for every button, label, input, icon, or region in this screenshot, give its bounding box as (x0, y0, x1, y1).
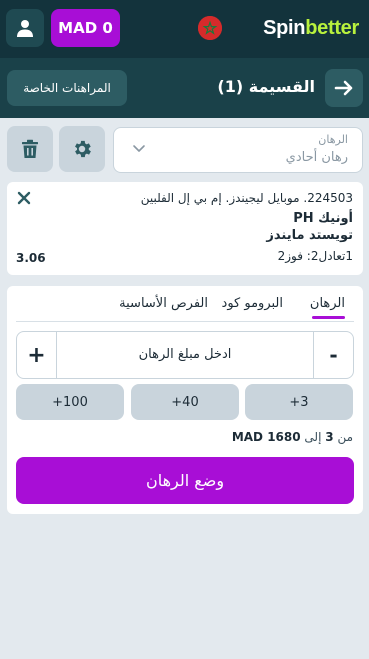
tab-bet[interactable]: الرهان (310, 296, 345, 311)
trash-icon (22, 139, 38, 158)
range-max: MAD 1680 (231, 430, 301, 444)
range-mid: إلى (304, 430, 322, 444)
gear-icon (75, 140, 91, 158)
active-tab-indicator (312, 316, 345, 319)
bet-outcome: 1تعادل2: فوز2 (277, 249, 353, 263)
team-2: تويستد مايندز (266, 228, 353, 243)
place-bet-button[interactable]: وضع الرهان (16, 457, 354, 504)
chevron-down-icon (133, 145, 145, 152)
bet-type-value: رهان أحادي (285, 150, 348, 165)
quick-amount-3[interactable]: +3 (245, 384, 353, 420)
settings-button[interactable] (59, 126, 105, 172)
range-prefix: من (337, 430, 353, 444)
range-min: 3 (325, 430, 334, 444)
stake-range: من 3 إلى MAD 1680 (232, 430, 353, 444)
quick-amount-40[interactable]: +40 (131, 384, 239, 420)
bet-slip-title: القسيمة (1) (217, 77, 315, 96)
logo-better: better (305, 17, 359, 39)
bet-card: 224503. موبايل ليجيندز. إم بي إل الفلبين… (7, 182, 363, 275)
back-button[interactable] (325, 69, 363, 107)
stake-input[interactable]: ادخل مبلغ الرهان (57, 347, 313, 362)
balance-button[interactable]: MAD 0 (51, 9, 120, 47)
close-icon[interactable] (17, 191, 31, 205)
tab-promo-code[interactable]: البرومو كود (222, 296, 283, 311)
tab-main-chances[interactable]: الفرص الأساسية (119, 296, 208, 311)
bet-slip-header: القسيمة (1) المراهنات الخاصة (0, 58, 369, 118)
bet-type-select[interactable]: الرهان رهان أحادي (113, 127, 363, 173)
team-1: أونيك PH (293, 211, 353, 226)
stake-panel: الرهان البرومو كود الفرص الأساسية + ادخل… (7, 286, 363, 514)
morocco-flag-icon[interactable] (198, 16, 222, 40)
user-button[interactable] (6, 9, 44, 47)
quick-amount-100[interactable]: +100 (16, 384, 124, 420)
event-name: 224503. موبايل ليجيندز. إم بي إل الفلبين (140, 191, 353, 205)
arrow-right-icon (334, 80, 353, 96)
stake-stepper: + ادخل مبلغ الرهان - (16, 331, 354, 379)
clear-slip-button[interactable] (7, 126, 53, 172)
private-bets-button[interactable]: المراهنات الخاصة (7, 70, 127, 106)
brand-logo[interactable]: Spinbetter (263, 17, 359, 40)
decrease-stake-button[interactable]: - (313, 332, 353, 378)
stake-tabs: الرهان البرومو كود الفرص الأساسية (16, 286, 354, 322)
bet-type-label: الرهان (318, 133, 348, 146)
bet-odds: 3.06 (16, 251, 46, 265)
increase-stake-button[interactable]: + (17, 332, 57, 378)
logo-spin: Spin (263, 17, 306, 39)
user-icon (17, 20, 33, 37)
top-bar: Spinbetter MAD 0 (0, 0, 369, 58)
